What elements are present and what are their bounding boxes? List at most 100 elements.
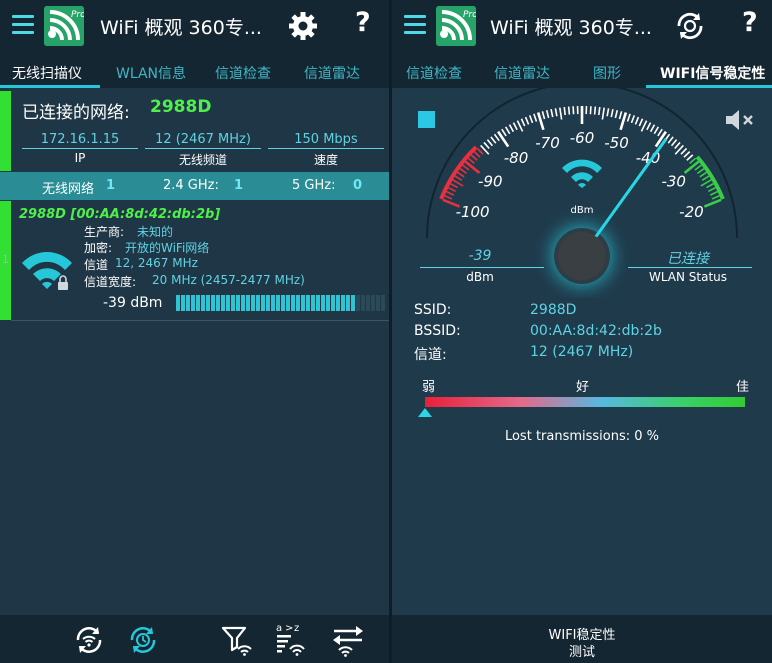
gauge-tick (593, 106, 597, 115)
tab-wifi-stability[interactable]: WIFI信号稳定性 (660, 63, 765, 83)
gauge-scale-label: -100 (456, 203, 490, 221)
tab-channel-check-right[interactable]: 信道检查 (406, 63, 462, 83)
signal-bar-segment (361, 295, 365, 311)
gauge-tick (462, 164, 470, 171)
channel-width-value: 20 MHz (2457-2477 MHz) (152, 273, 305, 287)
gauge-tick (703, 198, 722, 208)
gauge-tick (545, 110, 550, 119)
wifi-filter-icon[interactable] (220, 623, 254, 657)
auto-refresh-icon[interactable] (126, 623, 160, 657)
ip-value: 172.16.1.15 (40, 132, 120, 147)
gauge-tick (610, 109, 614, 118)
channel-underline (145, 148, 261, 149)
tab-channel-radar-right[interactable]: 信道雷达 (494, 63, 550, 83)
svg-text:z: z (294, 623, 299, 634)
tab-graph[interactable]: 图形 (593, 63, 621, 83)
signal-bar-segment (326, 295, 330, 311)
tab-channel-check[interactable]: 信道检查 (215, 63, 271, 83)
tab-wifi-scanner[interactable]: 无线扫描仪 (12, 63, 82, 83)
menu-icon-right[interactable] (404, 15, 426, 35)
channel-info-value: 12, 2467 MHz (115, 256, 198, 270)
gauge-tick (508, 124, 515, 133)
network-list-item[interactable]: 1 2988D [00:AA:8d:42:db:2b] 生产商: 未知的 加密:… (0, 201, 389, 320)
gauge-arc (695, 155, 725, 200)
connected-network-label: 已连接的网络: (22, 103, 130, 123)
signal-bar-segment (311, 295, 315, 311)
signal-bar-segment (261, 295, 265, 311)
vendor-label: 生产商: (84, 225, 125, 239)
gauge-tick (448, 186, 456, 193)
gauge-tick (467, 157, 475, 165)
signal-bar-segment (336, 295, 340, 311)
signal-bar-segment (211, 295, 215, 311)
wifi-center-icon (560, 158, 604, 188)
gauge-tick (634, 116, 640, 125)
signal-bar-segment (201, 295, 205, 311)
gauge-tick (708, 186, 716, 193)
gauge-tick (674, 141, 681, 150)
signal-bar-segment (321, 295, 325, 311)
current-dbm-value: -39 (468, 248, 492, 264)
svg-text:Pro: Pro (463, 10, 476, 20)
tab-wlan-info[interactable]: WLAN信息 (116, 63, 186, 83)
gauge-tick (512, 122, 518, 131)
channel-detail-label: 信道: (414, 347, 447, 363)
svg-text:a: a (276, 623, 282, 634)
gauge-tick (497, 130, 510, 148)
networks-label: 无线网络 (42, 182, 95, 197)
signal-bar-segment (306, 295, 310, 311)
gauge-tick (630, 115, 636, 124)
gauge-tick (701, 175, 710, 182)
wifi-refresh-icon[interactable] (72, 623, 106, 657)
gauge-tick (638, 118, 644, 127)
gauge-scale-label: -20 (679, 203, 704, 221)
networks-count: 1 (106, 178, 116, 193)
channel-info-label: 信道 (84, 258, 109, 272)
top-app-bar: Pro WiFi 概观 360专... ? (0, 0, 389, 52)
menu-icon[interactable] (12, 15, 34, 35)
gauge-scale-label: -50 (604, 134, 629, 152)
wifi-compare-icon[interactable] (330, 623, 366, 657)
sort-icon[interactable]: a > z (274, 621, 310, 657)
quality-good-label: 好 (576, 380, 590, 395)
help-icon[interactable]: ? (355, 7, 371, 38)
gauge-tick (490, 136, 497, 144)
mute-speaker-icon[interactable] (724, 108, 758, 132)
left-bottom-toolbar: a > z (0, 615, 389, 663)
channel-width-label: 信道宽度: (84, 275, 137, 289)
signal-bar-segment (376, 295, 380, 311)
tab-channel-radar[interactable]: 信道雷达 (304, 63, 360, 83)
gauge-tick (657, 128, 663, 137)
gauge-tick (536, 112, 545, 131)
help-icon-right[interactable]: ? (742, 7, 758, 38)
app-title: WiFi 概观 360专... (100, 17, 262, 39)
signal-bar-segment (256, 295, 260, 311)
networks-summary-bar: 无线网络 1 2.4 GHz: 1 5 GHz: 0 (0, 172, 389, 200)
gauge-tick (653, 126, 660, 135)
gauge-tick (567, 106, 571, 115)
signal-bar-segment (241, 295, 245, 311)
right-pane: Pro WiFi 概观 360专... ? 信道检查 信道雷达 图形 WIFI信… (392, 0, 772, 663)
gauge-tick (667, 136, 674, 144)
timer-refresh-icon[interactable] (674, 10, 706, 42)
gauge-ticks (439, 106, 725, 208)
gauge-scale-label: -70 (535, 134, 560, 152)
quality-best-label: 佳 (736, 380, 750, 395)
record-toggle-icon[interactable] (418, 111, 435, 128)
gauge-tick (683, 160, 700, 174)
bssid-value: 00:AA:8d:42:db:2b (530, 323, 662, 339)
gauge-tick (446, 190, 455, 196)
speed-label: 速度 (313, 153, 338, 167)
gauge-tick (476, 147, 484, 155)
gauge-scale-label: -60 (570, 129, 595, 147)
gauge-tick (464, 160, 481, 174)
gauge-tick (709, 190, 718, 196)
app-logo: Pro (44, 6, 84, 46)
settings-gear-icon[interactable] (287, 10, 319, 42)
stability-test-label-2[interactable]: 测试 (392, 641, 772, 660)
gauge-tick (559, 107, 563, 120)
channel-detail-value: 12 (2467 MHz) (530, 344, 634, 360)
wlan-status-value: 已连接 (667, 251, 709, 267)
svg-text:Pro: Pro (71, 10, 84, 20)
left-pane: Pro WiFi 概观 360专... ? 无线扫描仪 WLAN信息 (0, 0, 389, 663)
